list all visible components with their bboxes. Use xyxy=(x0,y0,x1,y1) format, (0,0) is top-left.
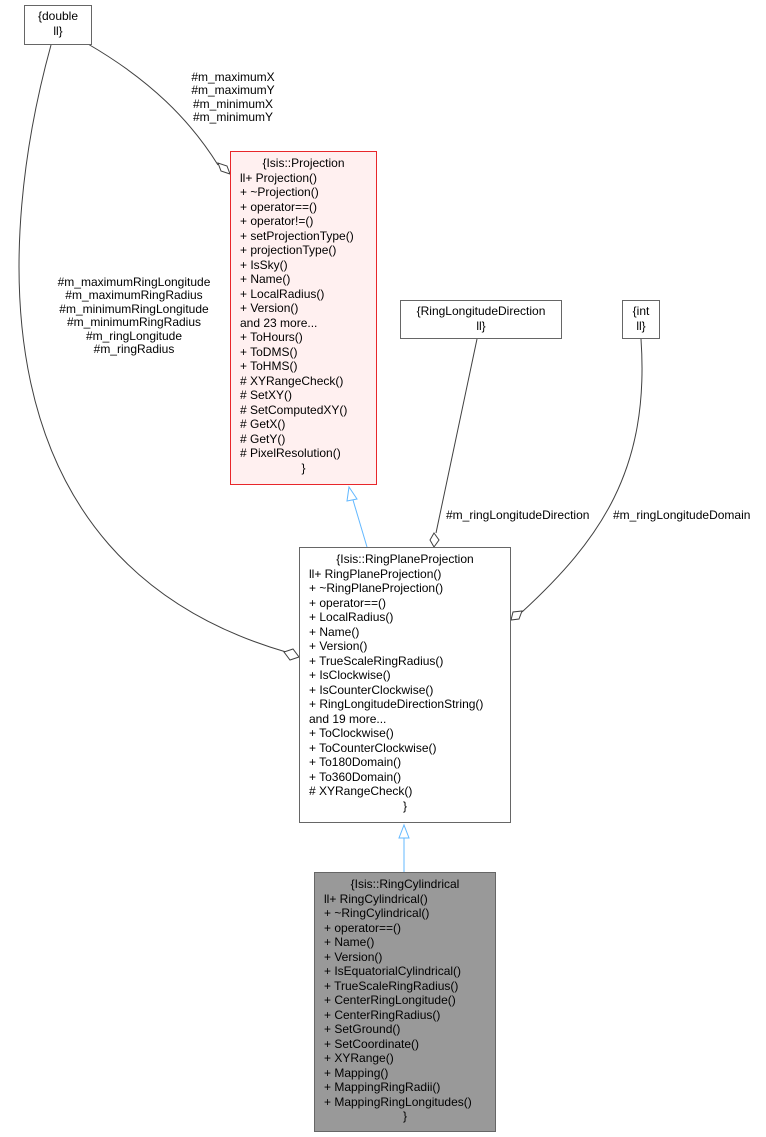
node-close: } xyxy=(402,798,407,813)
node-isis-projection[interactable]: {Isis::Projection ll+ Projection() + ~Pro… xyxy=(230,151,377,485)
member-item: + operator==() xyxy=(324,920,402,935)
edge-label-line: #m_maximumRingLongitude xyxy=(57,275,211,289)
edge-label-line: #m_minimumY xyxy=(192,110,273,125)
node-close: } xyxy=(402,1109,407,1123)
node-close: ll} xyxy=(636,318,646,333)
inheritance-arrow-icon xyxy=(398,823,410,839)
member-item: + TrueScaleRingRadius() xyxy=(309,653,444,668)
member-item: + ToClockwise() xyxy=(309,726,394,740)
edge-label-line: #m_ringRadius xyxy=(93,342,175,357)
member-item: + ToHours() xyxy=(240,330,303,344)
aggregation-diamond-icon xyxy=(283,648,300,661)
inheritance-arrow-icon xyxy=(346,485,358,502)
node-isis-ringcylindrical[interactable]: {Isis::RingCylindrical ll+ RingCylindric… xyxy=(314,872,496,1132)
member-item: + ~Projection() xyxy=(240,185,319,199)
member-item: and 19 more... xyxy=(309,711,387,726)
edge-label-line: #m_maximumRingRadius xyxy=(65,288,203,303)
edge-direction-to-ringplaneprojection xyxy=(435,338,478,534)
member-item: and 23 more... xyxy=(240,315,318,330)
member-item: + MappingRingRadii() xyxy=(324,1080,441,1094)
member-item: + ToDMS() xyxy=(240,344,298,359)
node-int[interactable]: {int ll} xyxy=(622,300,660,339)
aggregation-diamond-icon xyxy=(217,162,231,175)
member-item: + LocalRadius() xyxy=(309,610,394,624)
member-item: + Mapping() xyxy=(324,1065,389,1080)
node-title: {RingLongitudeDirection xyxy=(416,304,546,318)
edge-label-domain: #m_ringLongitudeDomain xyxy=(613,508,751,522)
edge-int-to-ringplaneprojection xyxy=(521,338,643,613)
member-list: ll+ RingPlaneProjection() + ~RingPlanePro… xyxy=(300,567,510,799)
member-item: ll+ RingCylindrical() xyxy=(324,891,428,906)
member-item: + To180Domain() xyxy=(309,755,402,769)
node-isis-ringplaneprojection[interactable]: {Isis::RingPlaneProjection ll+ RingPlane… xyxy=(299,547,511,823)
node-title: {Isis::Projection xyxy=(262,156,345,170)
node-close: ll} xyxy=(476,318,486,333)
node-title: {int xyxy=(632,304,650,318)
member-item: # SetComputedXY() xyxy=(240,402,348,417)
aggregation-diamond-icon xyxy=(510,610,523,621)
member-item: + XYRange() xyxy=(324,1051,394,1065)
member-item: + MappingRingLongitudes() xyxy=(324,1094,472,1109)
edge-label-line: #m_maximumX xyxy=(191,70,275,84)
member-item: # XYRangeCheck() xyxy=(240,373,344,388)
member-item: + CenterRingRadius() xyxy=(324,1007,441,1022)
member-item: + LocalRadius() xyxy=(240,286,325,301)
member-list: ll+ Projection() + ~Projection() + operato… xyxy=(231,171,376,461)
member-item: + Version() xyxy=(324,949,383,964)
member-item: + IsCounterClockwise() xyxy=(309,682,434,697)
member-item: + To360Domain() xyxy=(309,769,402,784)
member-item: + operator==() xyxy=(240,199,318,214)
member-item: + operator!=() xyxy=(240,214,314,228)
member-item: + RingLongitudeDirectionString() xyxy=(309,697,484,711)
member-item: + SetGround() xyxy=(324,1022,401,1036)
aggregation-diamond-icon xyxy=(429,532,440,548)
member-item: # SetXY() xyxy=(240,388,293,402)
member-item: + CenterRingLongitude() xyxy=(324,993,456,1007)
member-item: + IsEquatorialCylindrical() xyxy=(324,964,462,978)
edge-label-line: #m_minimumRingLongitude xyxy=(59,301,209,316)
member-item: # GetX() xyxy=(240,417,286,431)
edge-label-line: #m_ringLongitude xyxy=(85,328,183,343)
member-list: ll+ RingCylindrical() + ~RingCylindrical(… xyxy=(315,892,495,1110)
member-item: + Name() xyxy=(240,272,291,286)
node-close: ll} xyxy=(53,23,63,38)
edge-label-line: #m_maximumY xyxy=(191,83,275,98)
edge-label-line: #m_minimumRingRadius xyxy=(66,315,202,330)
member-item: # PixelResolution() xyxy=(240,446,341,460)
member-item: + IsClockwise() xyxy=(309,668,391,682)
node-title: {double xyxy=(37,9,79,23)
node-double[interactable]: {double ll} xyxy=(24,5,92,45)
node-title: {Isis::RingCylindrical xyxy=(350,877,460,891)
node-title: {Isis::RingPlaneProjection xyxy=(336,552,474,566)
node-ring-longitude-direction[interactable]: {RingLongitudeDirection ll} xyxy=(400,300,562,339)
edge-inherit-ringplane-to-projection xyxy=(352,499,368,548)
member-item: ll+ Projection() xyxy=(240,170,318,185)
member-item: + IsSky() xyxy=(240,257,288,272)
member-item: + projectionType() xyxy=(240,243,337,257)
edge-label-direction: #m_ringLongitudeDirection xyxy=(446,508,590,522)
edge-label-line: #m_minimumX xyxy=(192,96,273,111)
member-item: + ToCounterClockwise() xyxy=(309,740,437,755)
member-item: + Name() xyxy=(324,935,375,949)
member-item: # XYRangeCheck() xyxy=(309,784,413,798)
member-item: ll+ RingPlaneProjection() xyxy=(309,566,442,581)
edge-label-xy-members: #m_maximumX #m_maximumY #m_minimumX #m_m… xyxy=(186,70,280,125)
edge-label-ring-members: #m_maximumRingLongitude #m_maximumRingRa… xyxy=(48,275,220,357)
member-item: # GetY() xyxy=(240,431,286,446)
member-item: + setProjectionType() xyxy=(240,228,354,243)
member-item: + operator==() xyxy=(309,595,387,610)
member-item: + Version() xyxy=(309,639,368,653)
member-item: + SetCoordinate() xyxy=(324,1036,420,1051)
node-close: } xyxy=(301,460,306,475)
member-item: + ToHMS() xyxy=(240,359,298,373)
member-item: + Name() xyxy=(309,624,360,639)
member-item: + ~RingPlaneProjection() xyxy=(309,581,444,595)
member-item: + ~RingCylindrical() xyxy=(324,906,430,920)
member-item: + Version() xyxy=(240,301,299,315)
member-item: + TrueScaleRingRadius() xyxy=(324,978,459,993)
